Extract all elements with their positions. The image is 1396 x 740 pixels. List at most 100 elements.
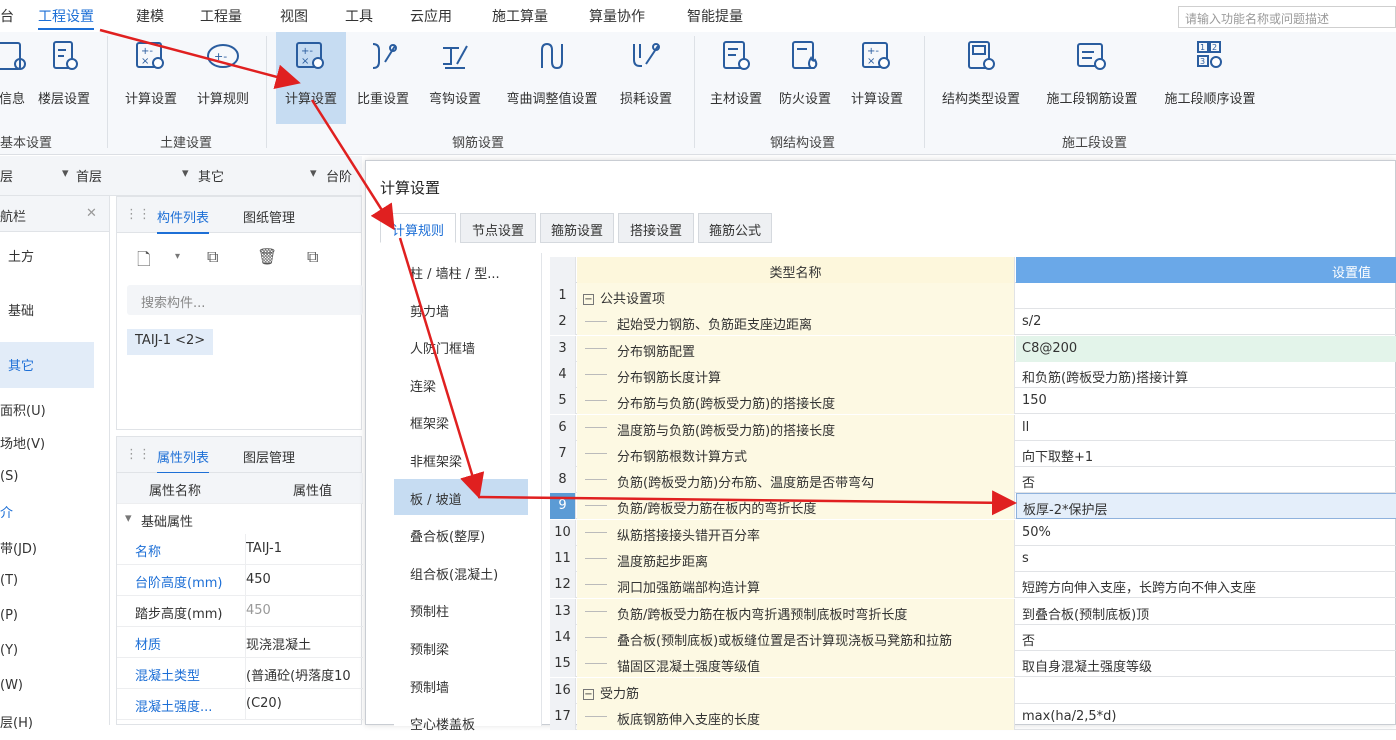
chevron-down-icon[interactable]: ▾ <box>62 166 69 181</box>
tab-stirrup-settings[interactable]: 箍筋设置 <box>540 213 614 243</box>
collapse-icon[interactable]: − <box>583 688 594 700</box>
rebar-calc-settings-button[interactable]: +- × 计算设置 <box>276 32 346 124</box>
density-settings-button[interactable]: 比重设置 <box>350 32 416 124</box>
setting-value-cell[interactable]: 否 <box>1016 467 1396 493</box>
property-value[interactable]: 450 <box>245 565 363 595</box>
tab-component-list[interactable]: 构件列表 <box>157 207 210 234</box>
nav-text[interactable]: (S) <box>0 469 18 484</box>
settings-row[interactable]: 12 洞口加强筋端部构造计算 短跨方向伸入支座，长跨方向不伸入支座 <box>550 572 1396 599</box>
component-search-input[interactable]: 搜索构件... <box>127 285 363 315</box>
nav-text[interactable]: (W) <box>0 678 23 693</box>
floor-settings-button[interactable]: 楼层设置 <box>32 32 96 124</box>
settings-row[interactable]: 11 温度筋起步距离 s <box>550 546 1396 572</box>
settings-row[interactable]: 1− 公共设置项 <box>550 283 1396 309</box>
component-type-item[interactable]: 剪力墙 <box>394 291 528 327</box>
component-type-item[interactable]: 框架梁 <box>394 403 528 439</box>
hook-settings-button[interactable]: 弯钩设置 <box>420 32 490 124</box>
chevron-down-icon[interactable]: ▾ <box>182 166 189 181</box>
settings-row[interactable]: 6 温度筋与负筋(跨板受力筋)的搭接长度 ll <box>550 414 1396 441</box>
loss-settings-button[interactable]: 损耗设置 <box>612 32 680 124</box>
function-search-input[interactable]: 请输入功能名称或问题描述 <box>1178 6 1396 28</box>
nav-text[interactable]: 带(JD) <box>0 538 37 557</box>
component-type-item[interactable]: 人防门框墙 <box>394 328 528 364</box>
property-row[interactable]: 材质 现浇混凝土 <box>117 627 363 658</box>
setting-value-cell[interactable]: s <box>1016 546 1396 572</box>
tab-layer-management[interactable]: 图层管理 <box>243 447 295 466</box>
tab-calc-rules[interactable]: 计算规则 <box>380 213 456 243</box>
setting-value-cell[interactable]: 150 <box>1016 388 1396 414</box>
property-group-row[interactable]: ▾ 基础属性 <box>117 504 363 534</box>
component-type-item[interactable]: 空心楼盖板 <box>394 704 528 740</box>
close-icon[interactable]: ✕ <box>86 206 97 221</box>
settings-row[interactable]: 13 负筋/跨板受力筋在板内弯折遇预制底板时弯折长度 到叠合板(预制底板)顶 <box>550 598 1396 625</box>
structure-type-settings-button[interactable]: 结构类型设置 <box>932 32 1030 124</box>
collapse-icon[interactable]: ▾ <box>125 511 132 526</box>
menu-item-construction-calc[interactable]: 施工算量 <box>492 6 548 26</box>
ribbon-info-button[interactable]: 信息 <box>0 32 32 124</box>
setting-value-cell[interactable]: max(ha/2,5*d) <box>1016 704 1396 730</box>
component-type-item[interactable]: 预制柱 <box>394 591 528 627</box>
nav-text[interactable]: 介 <box>0 502 13 521</box>
menu-item-tools[interactable]: 工具 <box>345 6 373 26</box>
settings-row[interactable]: 9 负筋/跨板受力筋在板内的弯折长度 板厚-2*保护层 <box>550 493 1396 520</box>
component-type-item[interactable]: 叠合板(整厚) <box>394 516 528 552</box>
bend-adjust-settings-button[interactable]: 弯曲调整值设置 <box>496 32 608 124</box>
floor-dropdown-d[interactable]: 台阶 <box>326 166 352 185</box>
delete-icon[interactable]: 🗑 <box>257 247 277 266</box>
chevron-down-icon[interactable]: ▾ <box>310 166 317 181</box>
setting-value-cell[interactable]: C8@200 <box>1016 335 1396 362</box>
component-item[interactable]: TAIJ-1 <2> <box>127 329 214 355</box>
settings-row[interactable]: 8 负筋(跨板受力筋)分布筋、温度筋是否带弯勾 否 <box>550 467 1396 494</box>
setting-value-cell[interactable]: 50% <box>1016 520 1396 546</box>
setting-value-cell[interactable] <box>1016 678 1396 704</box>
menu-item-view[interactable]: 视图 <box>280 6 308 26</box>
property-value[interactable]: TAIJ-1 <box>245 534 363 564</box>
segment-rebar-settings-button[interactable]: 施工段钢筋设置 <box>1034 32 1150 124</box>
menu-item-cloud[interactable]: 云应用 <box>410 6 452 26</box>
steel-calc-settings-button[interactable]: +- × 计算设置 <box>842 32 912 124</box>
nav-text[interactable]: (P) <box>0 608 18 623</box>
layer-copy-icon[interactable]: ⧉ <box>307 247 318 267</box>
floor-dropdown-a[interactable]: 层 <box>0 166 13 185</box>
setting-value-cell[interactable]: ll <box>1016 415 1396 441</box>
setting-value-cell[interactable]: 短跨方向伸入支座，长跨方向不伸入支座 <box>1016 572 1396 598</box>
nav-item-foundation[interactable]: 基础 <box>0 294 94 328</box>
civil-calc-rules-button[interactable]: +- 计算规则 <box>190 32 256 124</box>
property-row[interactable]: 台阶高度(mm) 450 <box>117 565 363 596</box>
settings-row[interactable]: 7 分布钢筋根数计算方式 向下取整+1 <box>550 440 1396 467</box>
main-material-settings-button[interactable]: 主材设置 <box>700 32 772 124</box>
setting-value-cell[interactable]: 否 <box>1016 625 1396 651</box>
setting-value-cell[interactable]: 板厚-2*保护层 <box>1016 493 1396 520</box>
drag-handle-icon[interactable]: ⋮⋮ <box>125 207 151 222</box>
tab-property-list[interactable]: 属性列表 <box>157 447 210 474</box>
settings-row[interactable]: 2 起始受力钢筋、负筋距支座边距离 s/2 <box>550 309 1396 336</box>
drag-handle-icon[interactable]: ⋮⋮ <box>125 447 151 462</box>
settings-row[interactable]: 5 分布筋与负筋(跨板受力筋)的搭接长度 150 <box>550 388 1396 415</box>
floor-dropdown-c[interactable]: 其它 <box>198 166 224 185</box>
component-type-item[interactable]: 柱 / 墙柱 / 型... <box>394 253 528 289</box>
settings-row[interactable]: 4 分布钢筋长度计算 和负筋(跨板受力筋)搭接计算 <box>550 361 1396 388</box>
property-value[interactable]: 现浇混凝土 <box>245 627 363 657</box>
menu-item-collab[interactable]: 算量协作 <box>589 6 645 26</box>
new-component-icon[interactable]: 🗋 <box>137 247 151 276</box>
segment-order-settings-button[interactable]: 123 施工段顺序设置 <box>1154 32 1266 124</box>
chevron-down-icon[interactable]: ▾ <box>175 251 180 262</box>
setting-value-cell[interactable]: 和负筋(跨板受力筋)搭接计算 <box>1016 362 1396 388</box>
settings-row[interactable]: 15 锚固区混凝土强度等级值 取自身混凝土强度等级 <box>550 651 1396 678</box>
nav-text[interactable]: 面积(U) <box>0 400 46 419</box>
floor-dropdown-b[interactable]: 首层 <box>76 166 102 185</box>
setting-value-cell[interactable] <box>1016 283 1396 309</box>
nav-item-other[interactable]: 其它 <box>0 342 94 388</box>
tab-lap-settings[interactable]: 搭接设置 <box>618 213 694 243</box>
nav-item-earthwork[interactable]: 土方 <box>0 240 94 274</box>
component-type-item[interactable]: 连梁 <box>394 366 528 402</box>
menu-item-quantities[interactable]: 工程量 <box>200 6 242 26</box>
component-type-item[interactable]: 非框架梁 <box>394 441 528 477</box>
property-value[interactable]: (C20) <box>245 689 363 719</box>
settings-row[interactable]: 17 板底钢筋伸入支座的长度 max(ha/2,5*d) <box>550 703 1396 730</box>
settings-row[interactable]: 14 叠合板(预制底板)或板缝位置是否计算现浇板马凳筋和拉筋 否 <box>550 624 1396 651</box>
property-row[interactable]: 踏步高度(mm) 450 <box>117 596 363 627</box>
nav-text[interactable]: 层(H) <box>0 712 33 731</box>
settings-row[interactable]: 3 分布钢筋配置 C8@200 <box>550 335 1396 362</box>
civil-calc-settings-button[interactable]: +- × 计算设置 <box>117 32 185 124</box>
